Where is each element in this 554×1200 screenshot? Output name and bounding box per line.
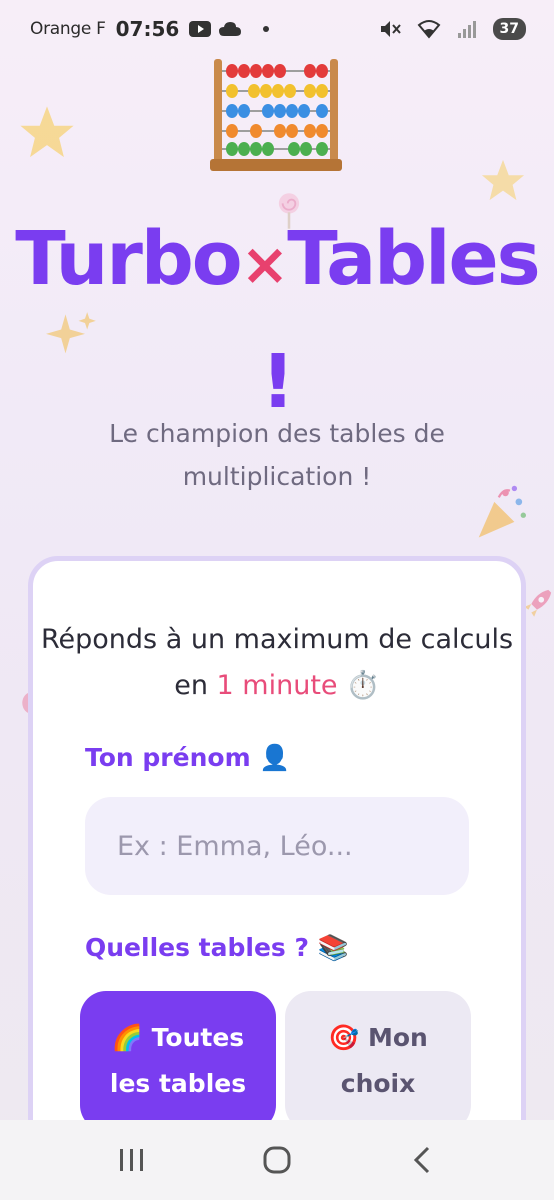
tables-label: Quelles tables ? 📚: [85, 933, 349, 962]
signal-icon: [457, 19, 477, 39]
game-setup-card: Réponds à un maximum de calculs en 1 min…: [28, 556, 526, 1176]
clock: 07:56: [115, 17, 180, 41]
app-title: Turbo×Tables !: [0, 200, 554, 441]
star-icon: [20, 106, 74, 158]
cloud-icon: [219, 22, 242, 36]
title-part-turbo: Turbo: [15, 216, 242, 302]
stopwatch-icon: ⏱️: [346, 670, 380, 701]
notification-dot: [263, 26, 270, 32]
status-bar: Orange F 07:56 37: [0, 0, 554, 58]
my-choice-label: 🎯 Mon choix: [328, 1023, 428, 1098]
carrier-name: Orange F: [30, 19, 106, 39]
abacus-icon: [210, 59, 342, 171]
title-part-tables: Tables: [287, 216, 540, 302]
home-button[interactable]: [247, 1135, 307, 1185]
back-icon: [413, 1146, 429, 1174]
name-input[interactable]: [85, 797, 469, 895]
title-multiply-sign: ×: [240, 230, 290, 298]
all-tables-label: 🌈 Toutes les tables: [109, 1023, 247, 1098]
star-icon: [481, 159, 525, 201]
recent-apps-icon: [120, 1149, 144, 1171]
home-icon: [263, 1146, 291, 1174]
battery-indicator: 37: [492, 18, 526, 40]
system-nav-bar: [0, 1120, 554, 1200]
my-choice-button[interactable]: 🎯 Mon choix: [285, 991, 471, 1131]
all-tables-button[interactable]: 🌈 Toutes les tables: [80, 991, 276, 1131]
app-subtitle: Le champion des tables de multiplication…: [109, 419, 445, 491]
name-label: Ton prénom 👤: [85, 743, 291, 772]
back-button[interactable]: [392, 1135, 452, 1185]
card-intro-text: Réponds à un maximum de calculs en 1 min…: [33, 617, 521, 709]
recent-apps-button[interactable]: [102, 1135, 162, 1185]
wifi-icon: [417, 19, 441, 39]
youtube-icon: [189, 21, 212, 37]
intro-duration: 1 minute: [216, 670, 338, 701]
mute-icon: [379, 19, 401, 39]
